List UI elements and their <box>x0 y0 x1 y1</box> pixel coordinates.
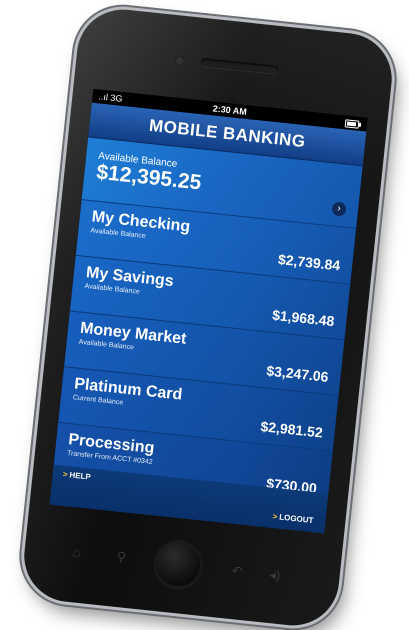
logout-label: LOGOUT <box>278 512 314 526</box>
accounts-list: My Checking Available Balance $2,739.84 … <box>52 200 357 508</box>
battery-icon <box>344 119 360 129</box>
arrow-right-circle-icon[interactable]: › <box>331 201 347 217</box>
account-amount: $2,981.52 <box>259 418 324 441</box>
volume-icon[interactable]: ◂) <box>269 567 281 583</box>
help-label: HELP <box>68 470 92 482</box>
account-amount: $2,739.84 <box>277 251 341 274</box>
chevron-right-icon: > <box>272 511 278 522</box>
screen: ..ıl 3G 2:30 AM MOBILE BANKING Available… <box>49 88 368 534</box>
logout-link[interactable]: >LOGOUT <box>272 512 314 525</box>
home-icon[interactable]: ⌂ <box>72 544 81 560</box>
help-link[interactable]: >HELP <box>62 470 91 482</box>
search-icon[interactable]: ⚲ <box>116 549 127 565</box>
account-amount: $1,968.48 <box>271 306 336 330</box>
chevron-right-icon: > <box>62 469 68 480</box>
phone: ..ıl 3G 2:30 AM MOBILE BANKING Available… <box>19 5 397 630</box>
account-amount: $3,247.06 <box>265 362 330 385</box>
back-icon[interactable]: ↶ <box>231 563 243 579</box>
available-balance-value: $12,395.25 <box>95 160 203 195</box>
